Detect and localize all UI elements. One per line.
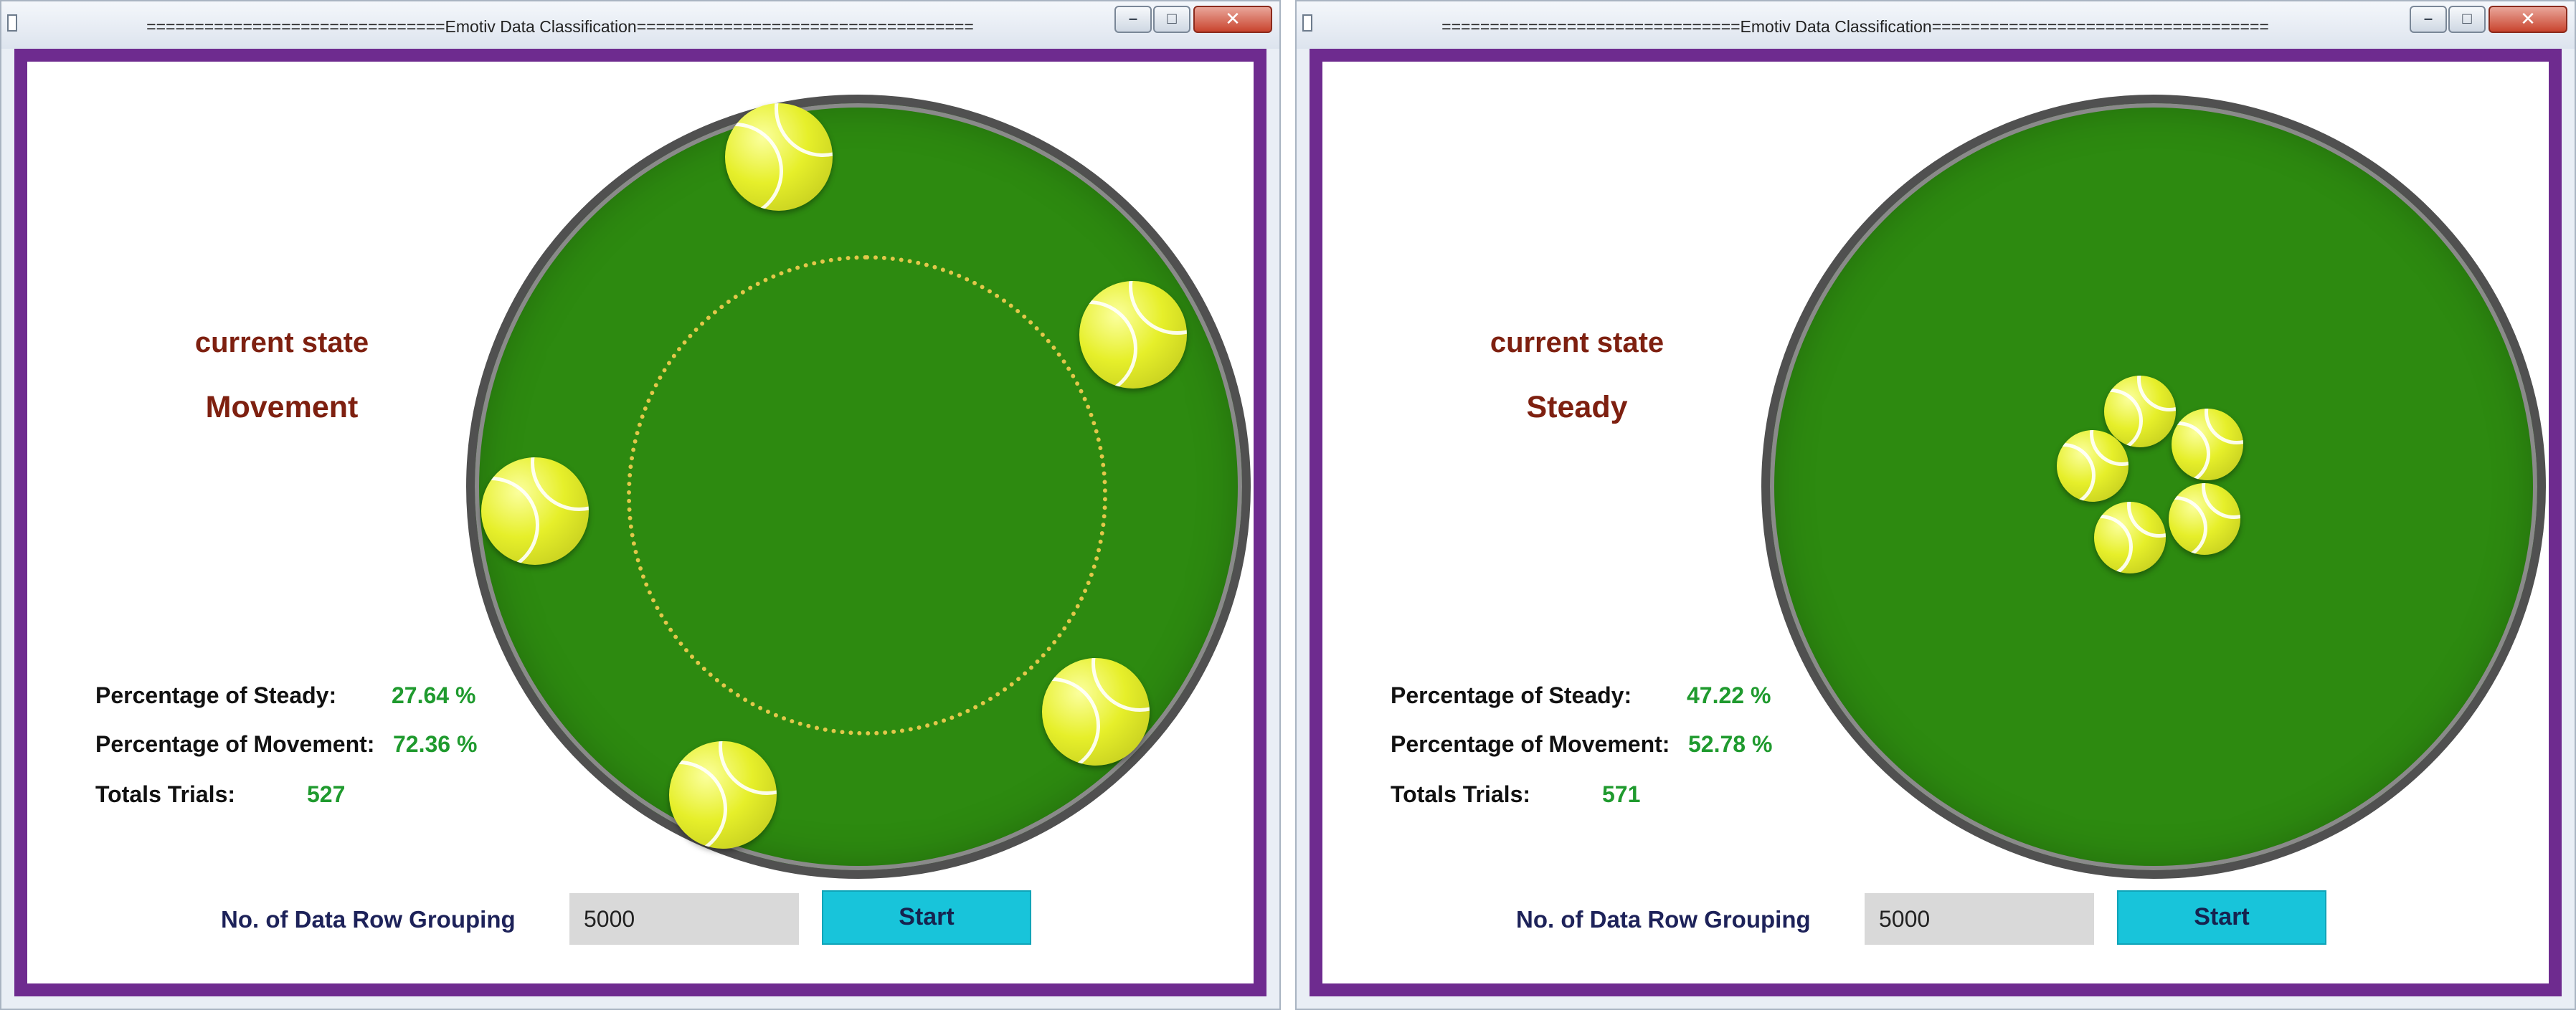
app-window-steady: ===============================Emotiv Da… [1295,0,2576,1010]
steady-percentage-value: 47.22 % [1687,682,1771,708]
current-state-value: Movement [205,390,359,424]
title-bar[interactable]: ===============================Emotiv Da… [1297,1,2575,49]
current-state-caption: current state [1490,327,1665,358]
row-grouping-input[interactable] [569,893,799,945]
tennis-ball-icon [2172,409,2243,480]
tennis-ball-icon [2094,502,2166,573]
window-title: ===============================Emotiv Da… [146,17,974,36]
movement-percentage-value: 72.36 % [393,731,478,757]
start-button[interactable]: Start [2117,890,2326,945]
close-icon[interactable]: ✕ [1193,6,1272,33]
steady-percentage-label: Percentage of Steady: [1391,682,1632,708]
row-grouping-label: No. of Data Row Grouping [1516,906,1811,933]
start-button[interactable]: Start [822,890,1031,945]
title-bar[interactable]: ===============================Emotiv Da… [1,1,1279,49]
tennis-ball-icon [1042,658,1150,766]
minimize-icon[interactable]: – [1114,6,1152,33]
total-trials-label: Totals Trials: [95,781,236,807]
current-state-caption: current state [194,327,369,358]
maximize-icon[interactable]: □ [1153,6,1190,33]
green-field-circle [1761,95,2546,879]
window-title: ===============================Emotiv Da… [1441,17,2269,36]
tennis-ball-icon [2169,483,2240,555]
tennis-ball-icon [669,741,777,849]
maximize-icon[interactable]: □ [2448,6,2486,33]
movement-percentage-label: Percentage of Movement: [1391,731,1670,757]
dotted-orbit-track [627,255,1107,735]
green-field-circle [466,95,1251,879]
app-icon [7,14,17,32]
movement-percentage-value: 52.78 % [1688,731,1773,757]
minimize-icon[interactable]: – [2410,6,2447,33]
app-window-movement: ===============================Emotiv Da… [0,0,1281,1010]
tennis-ball-icon [725,103,833,211]
tennis-ball-icon [1079,281,1187,389]
tennis-ball-icon [2057,430,2128,502]
client-area: current state Steady Percentage of Stead… [1310,49,2562,996]
total-trials-value: 527 [307,781,346,807]
total-trials-value: 571 [1602,781,1641,807]
movement-percentage-label: Percentage of Movement: [95,731,375,757]
client-area: current state Movement Percentage of Ste… [14,49,1266,996]
total-trials-label: Totals Trials: [1391,781,1531,807]
steady-percentage-label: Percentage of Steady: [95,682,337,708]
close-icon[interactable]: ✕ [2489,6,2567,33]
row-grouping-input[interactable] [1865,893,2094,945]
app-icon [1302,14,1312,32]
row-grouping-label: No. of Data Row Grouping [221,906,516,933]
current-state-value: Steady [1526,390,1628,424]
steady-percentage-value: 27.64 % [392,682,476,708]
tennis-ball-icon [481,457,589,565]
